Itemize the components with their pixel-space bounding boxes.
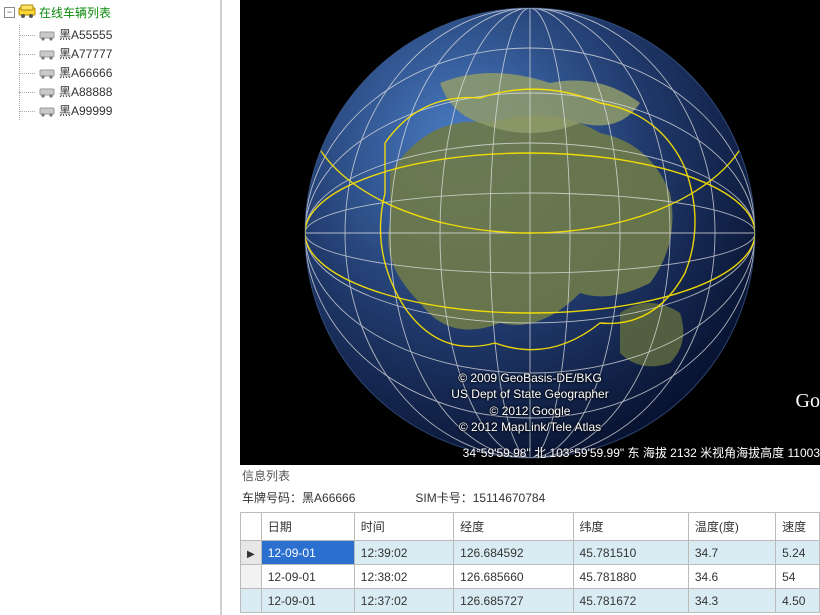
sim-label: SIM卡号：	[415, 491, 472, 505]
attrib-line: US Dept of State Geographer	[451, 386, 608, 402]
cell-date: 12-09-01	[261, 589, 354, 613]
cell-lat: 45.781672	[573, 589, 688, 613]
cell-speed: 54	[776, 565, 820, 589]
globe-view[interactable]: © 2009 GeoBasis-DE/BKG US Dept of State …	[240, 0, 820, 465]
tree-item-vehicle[interactable]: 黑A88888	[19, 82, 216, 101]
plate-value: 黑A66666	[302, 491, 355, 505]
cell-time: 12:38:02	[354, 565, 453, 589]
table-row[interactable]: 12-09-01 12:37:02 126.685727 45.781672 3…	[241, 589, 820, 613]
tree-item-vehicle[interactable]: 黑A77777	[19, 44, 216, 63]
cell-temp: 34.3	[688, 589, 775, 613]
plate-label: 车牌号码：	[242, 491, 302, 505]
car-gray-icon	[39, 29, 55, 41]
tree-item-label: 黑A88888	[59, 83, 112, 100]
table-row[interactable]: ▶ 12-09-01 12:39:02 126.684592 45.781510…	[241, 541, 820, 565]
car-gray-icon	[39, 48, 55, 60]
attrib-line: © 2009 GeoBasis-DE/BKG	[451, 370, 608, 386]
globe-attribution: © 2009 GeoBasis-DE/BKG US Dept of State …	[451, 370, 608, 435]
tree-children: 黑A55555 黑A77777 黑A66666 黑A88888 黑A99999	[19, 25, 216, 120]
grid-header-speed[interactable]: 速度	[776, 513, 820, 541]
cell-lat: 45.781510	[573, 541, 688, 565]
cell-lon: 126.685660	[454, 565, 573, 589]
table-row[interactable]: 12-09-01 12:38:02 126.685660 45.781880 3…	[241, 565, 820, 589]
row-marker	[241, 565, 262, 589]
sidebar: − 在线车辆列表 黑A55555 黑A77777 黑A66666 黑A88888	[0, 0, 222, 615]
google-logo: Go	[796, 390, 820, 413]
grid-header-lon[interactable]: 经度	[454, 513, 573, 541]
tree-item-vehicle[interactable]: 黑A99999	[19, 101, 216, 120]
grid-header-date[interactable]: 日期	[261, 513, 354, 541]
grid-header-time[interactable]: 时间	[354, 513, 453, 541]
cell-lon: 126.685727	[454, 589, 573, 613]
tree-item-label: 黑A66666	[59, 64, 112, 81]
cell-lon: 126.684592	[454, 541, 573, 565]
tree-collapse-icon[interactable]: −	[4, 7, 15, 18]
row-marker: ▶	[241, 541, 262, 565]
grid-header-row: 日期 时间 经度 纬度 温度(度) 速度	[241, 513, 820, 541]
cell-speed: 4.50	[776, 589, 820, 613]
cell-time: 12:37:02	[354, 589, 453, 613]
current-row-arrow-icon: ▶	[247, 549, 255, 560]
cell-temp: 34.7	[688, 541, 775, 565]
info-header: 车牌号码：黑A66666 SIM卡号：15114670784	[240, 486, 820, 512]
data-grid[interactable]: 日期 时间 经度 纬度 温度(度) 速度 ▶ 12-09-01 12:39:02…	[240, 512, 820, 613]
tree-item-vehicle[interactable]: 黑A66666	[19, 63, 216, 82]
cell-date: 12-09-01	[261, 541, 354, 565]
attrib-line: © 2012 MapLink/Tele Atlas	[451, 419, 608, 435]
grid-header-temp[interactable]: 温度(度)	[688, 513, 775, 541]
cell-speed: 5.24	[776, 541, 820, 565]
attrib-line: © 2012 Google	[451, 403, 608, 419]
tree-item-vehicle[interactable]: 黑A55555	[19, 25, 216, 44]
tree-root[interactable]: − 在线车辆列表	[4, 2, 216, 23]
cell-time: 12:39:02	[354, 541, 453, 565]
car-root-icon	[18, 4, 36, 21]
row-marker	[241, 589, 262, 613]
cell-temp: 34.6	[688, 565, 775, 589]
globe-status-text: 34°59'59.98" 北 103°59'59.99" 东 海拔 2132 米…	[463, 444, 820, 461]
tree-root-label: 在线车辆列表	[39, 4, 111, 21]
car-gray-icon	[39, 67, 55, 79]
tree-item-label: 黑A55555	[59, 26, 112, 43]
tree-item-label: 黑A99999	[59, 102, 112, 119]
grid-header-lat[interactable]: 纬度	[573, 513, 688, 541]
cell-date: 12-09-01	[261, 565, 354, 589]
tree-item-label: 黑A77777	[59, 45, 112, 62]
car-gray-icon	[39, 105, 55, 117]
cell-lat: 45.781880	[573, 565, 688, 589]
car-gray-icon	[39, 86, 55, 98]
info-list-title: 信息列表	[240, 465, 820, 486]
sim-value: 15114670784	[473, 491, 546, 505]
grid-marker-header	[241, 513, 262, 541]
